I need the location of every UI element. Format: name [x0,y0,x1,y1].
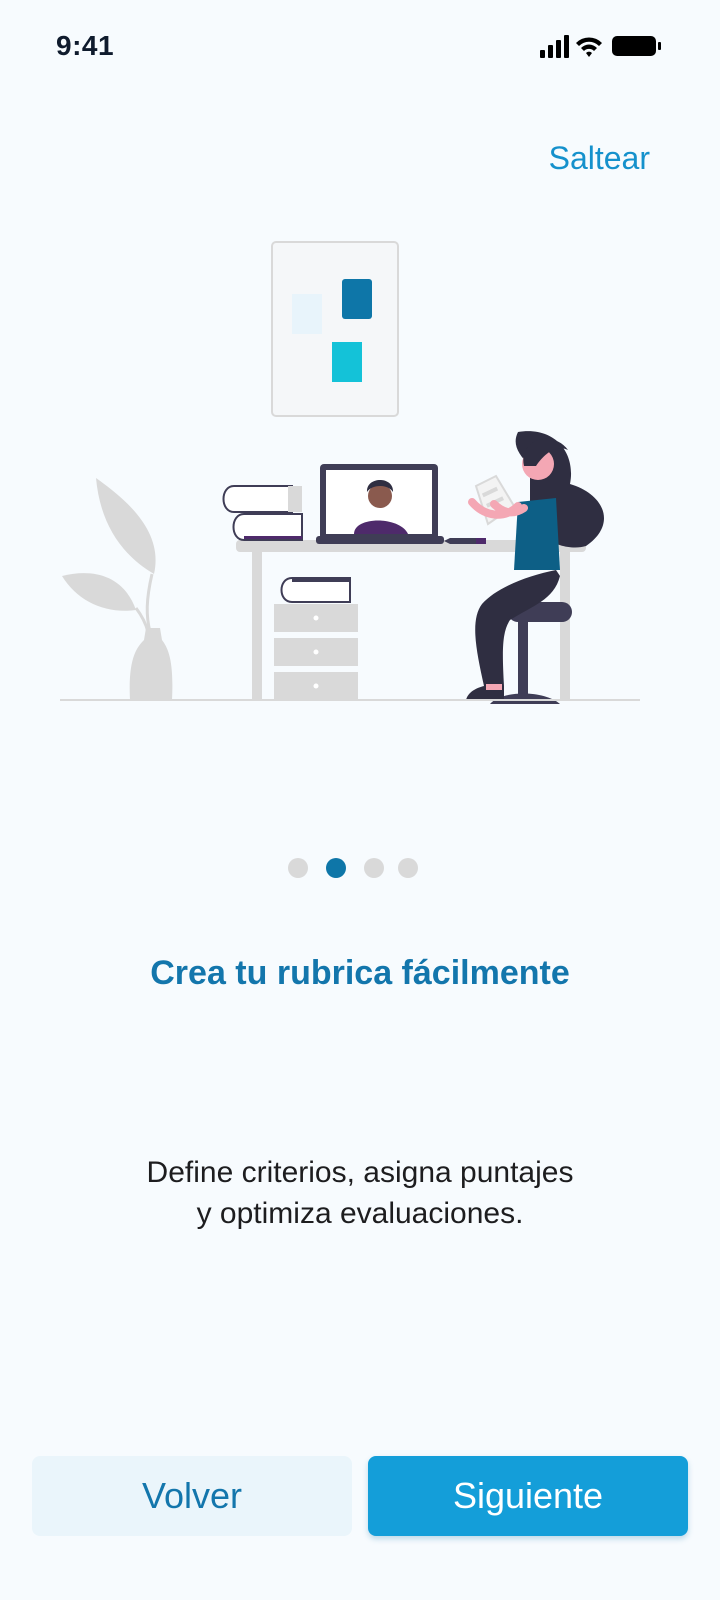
page-dot-active [326,858,346,878]
signal-icon [540,35,569,58]
books [222,485,303,541]
wifi-icon [576,37,602,57]
page-dot [288,858,308,878]
status-icons [540,35,661,58]
plant [62,478,173,700]
description-line-2: y optimiza evaluaciones. [196,1197,524,1230]
page-dot [398,858,418,878]
status-time: 9:41 [56,30,115,61]
onboarding-description: Define criterios, asigna puntajes y opti… [90,1152,630,1234]
description-line-1: Define criterios, asigna puntajes [146,1156,574,1189]
status-bar: 9:41 [0,0,720,92]
back-button[interactable]: Volver [32,1456,352,1536]
woman [466,431,604,700]
wall-frame [271,241,399,417]
onboarding-illustration [60,241,640,704]
skip-link[interactable]: Saltear [549,140,650,177]
next-button[interactable]: Siguiente [368,1456,688,1536]
battery-icon [612,36,661,56]
page-indicator [0,858,720,882]
onboarding-title: Crea tu rubrica fácilmente [150,954,570,992]
page-dot [364,858,384,878]
laptop [316,464,444,544]
